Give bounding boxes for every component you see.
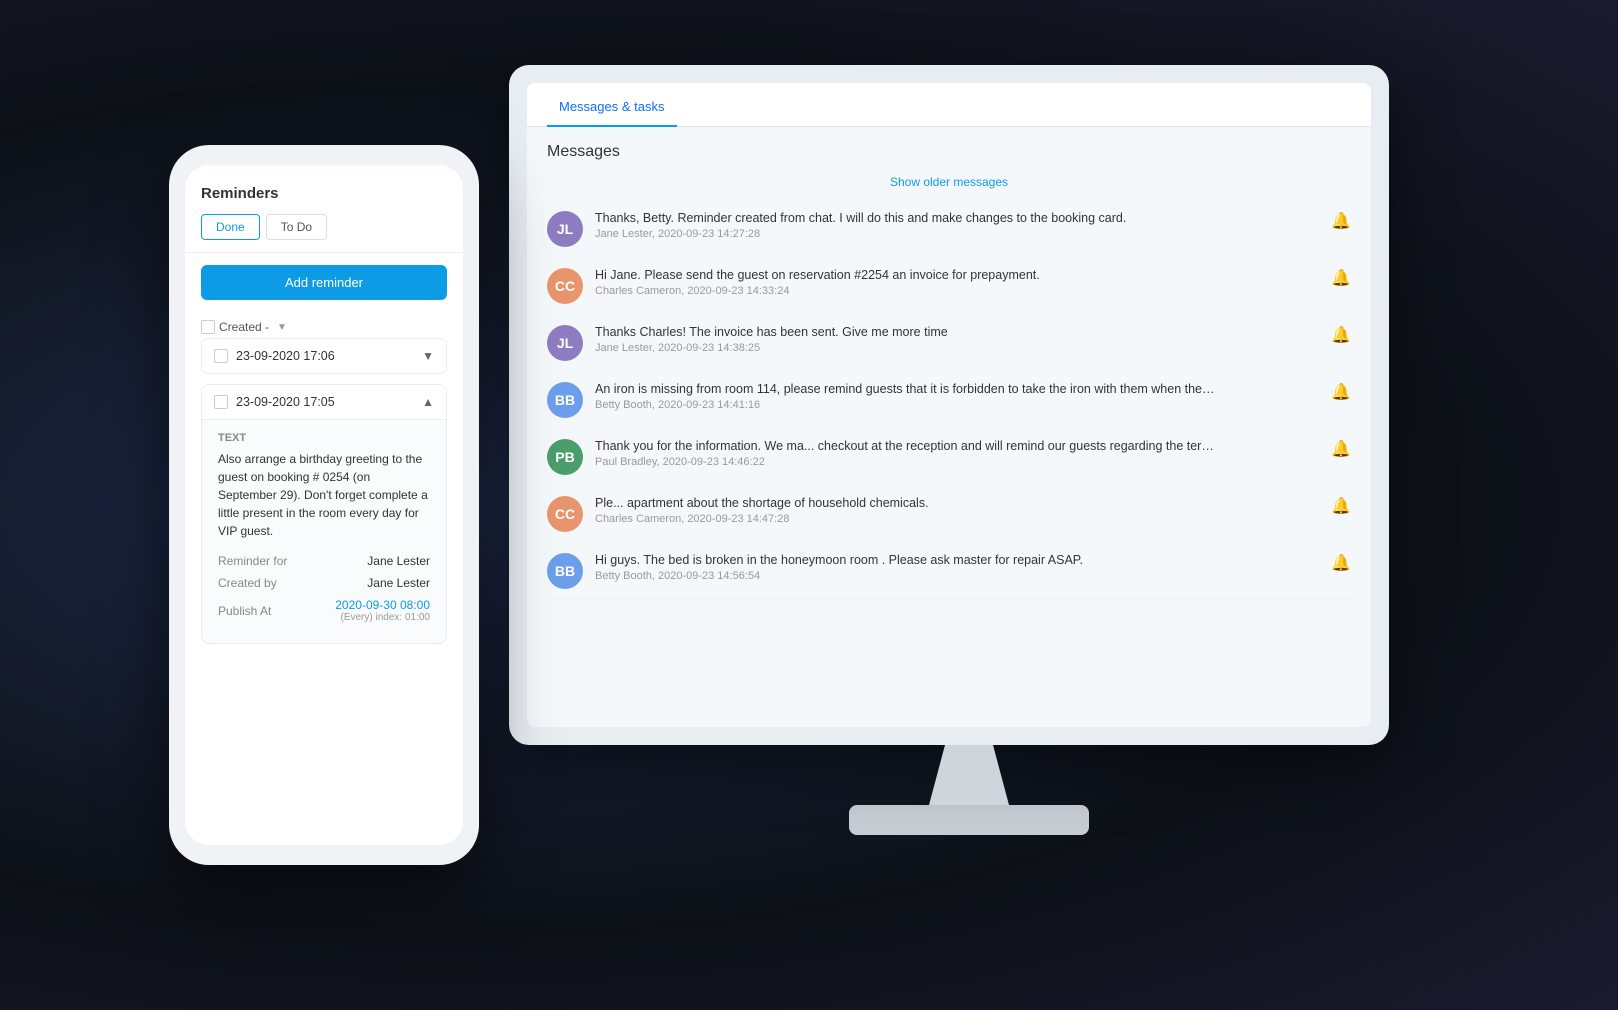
publish-at-sub: (Every) index: 01:00 — [335, 612, 430, 623]
message-item: PB Thank you for the information. We ma.… — [547, 429, 1351, 486]
message-meta: Betty Booth, 2020-09-23 14:41:16 — [595, 399, 1319, 411]
avatar-initials: CC — [547, 268, 583, 304]
message-item: BB Hi guys. The bed is broken in the hon… — [547, 543, 1351, 600]
phone-title: Reminders — [201, 185, 447, 202]
avatar: BB — [547, 382, 583, 418]
avatar-initials: JL — [547, 211, 583, 247]
reminder-header-2: 23-09-2020 17:05 ▲ — [202, 385, 446, 419]
message-item: JL Thanks, Betty. Reminder created from … — [547, 201, 1351, 258]
message-text: Hi guys. The bed is broken in the honeym… — [595, 553, 1215, 567]
phone-device: Reminders Done To Do Add reminder Create… — [169, 145, 479, 865]
monitor-device: Messages & tasks Messages Show older mes… — [509, 65, 1429, 885]
avatar: JL — [547, 211, 583, 247]
publish-at-row: Publish At 2020-09-30 08:00 (Every) inde… — [218, 598, 430, 623]
created-by-value: Jane Lester — [367, 576, 430, 590]
bell-icon[interactable]: 🔔 — [1331, 439, 1351, 459]
reminder-checkbox-1[interactable] — [214, 349, 228, 363]
message-meta: Jane Lester, 2020-09-23 14:27:28 — [595, 228, 1319, 240]
scene: Reminders Done To Do Add reminder Create… — [109, 45, 1509, 965]
bell-icon[interactable]: 🔔 — [1331, 382, 1351, 402]
reminder-item: 23-09-2020 17:06 ▼ — [201, 338, 447, 374]
message-text: Hi Jane. Please send the guest on reserv… — [595, 268, 1215, 282]
avatar-initials: BB — [547, 382, 583, 418]
avatar: CC — [547, 496, 583, 532]
avatar-initials: BB — [547, 553, 583, 589]
bell-icon[interactable]: 🔔 — [1331, 496, 1351, 516]
message-meta: Betty Booth, 2020-09-23 14:56:54 — [595, 570, 1319, 582]
message-text: Thanks, Betty. Reminder created from cha… — [595, 211, 1215, 225]
reminder-checkbox-2[interactable] — [214, 395, 228, 409]
bell-icon[interactable]: 🔔 — [1331, 268, 1351, 288]
messages-container: JL Thanks, Betty. Reminder created from … — [547, 201, 1351, 600]
message-meta: Jane Lester, 2020-09-23 14:38:25 — [595, 342, 1319, 354]
message-body: Thanks Charles! The invoice has been sen… — [595, 325, 1319, 354]
created-filter-checkbox[interactable] — [201, 320, 215, 334]
add-reminder-button[interactable]: Add reminder — [201, 265, 447, 300]
created-by-row: Created by Jane Lester — [218, 576, 430, 590]
message-item: CC Hi Jane. Please send the guest on res… — [547, 258, 1351, 315]
avatar: PB — [547, 439, 583, 475]
reminder-item-expanded: 23-09-2020 17:05 ▲ Text Also arrange a b… — [201, 384, 447, 644]
message-item: CC Ple... apartment about the shortage o… — [547, 486, 1351, 543]
message-body: Ple... apartment about the shortage of h… — [595, 496, 1319, 525]
monitor-stand-base — [849, 805, 1089, 835]
tab-done[interactable]: Done — [201, 214, 260, 240]
publish-at-label: Publish At — [218, 604, 271, 618]
message-item: BB An iron is missing from room 114, ple… — [547, 372, 1351, 429]
message-body: An iron is missing from room 114, please… — [595, 382, 1319, 411]
messages-section-title: Messages — [547, 143, 1351, 161]
text-label: Text — [218, 432, 430, 444]
created-filter-label: Created - — [219, 320, 269, 334]
tab-messages-tasks[interactable]: Messages & tasks — [547, 83, 677, 126]
created-filter-arrow: ▼ — [277, 322, 287, 333]
message-item: JL Thanks Charles! The invoice has been … — [547, 315, 1351, 372]
monitor-stand-neck — [929, 745, 1009, 805]
created-filter-row: Created - ▼ — [201, 312, 447, 338]
message-body: Hi guys. The bed is broken in the honeym… — [595, 553, 1319, 582]
message-body: Thanks, Betty. Reminder created from cha… — [595, 211, 1319, 240]
screen-content: Messages & tasks Messages Show older mes… — [527, 83, 1371, 727]
avatar: BB — [547, 553, 583, 589]
reminder-for-row: Reminder for Jane Lester — [218, 554, 430, 568]
show-older-link[interactable]: Show older messages — [547, 175, 1351, 189]
reminder-toggle-2[interactable]: ▲ — [422, 395, 434, 409]
avatar-initials: PB — [547, 439, 583, 475]
monitor-body: Messages & tasks Messages Show older mes… — [509, 65, 1389, 745]
message-text: Thank you for the information. We ma... … — [595, 439, 1215, 453]
publish-at-value[interactable]: 2020-09-30 08:00 — [335, 598, 430, 612]
avatar: JL — [547, 325, 583, 361]
bell-icon[interactable]: 🔔 — [1331, 325, 1351, 345]
monitor-screen: Messages & tasks Messages Show older mes… — [527, 83, 1371, 727]
message-body: Hi Jane. Please send the guest on reserv… — [595, 268, 1319, 297]
message-meta: Paul Bradley, 2020-09-23 14:46:22 — [595, 456, 1319, 468]
tab-todo[interactable]: To Do — [266, 214, 327, 240]
reminder-date-1: 23-09-2020 17:06 — [236, 349, 414, 363]
avatar-initials: JL — [547, 325, 583, 361]
message-text: Thanks Charles! The invoice has been sen… — [595, 325, 1215, 339]
messages-panel: Messages Show older messages JL Thanks, … — [527, 127, 1371, 727]
message-body: Thank you for the information. We ma... … — [595, 439, 1319, 468]
avatar: CC — [547, 268, 583, 304]
phone-screen: Reminders Done To Do Add reminder Create… — [185, 165, 463, 845]
tab-bar: Messages & tasks — [527, 83, 1371, 127]
reminder-for-value: Jane Lester — [367, 554, 430, 568]
phone-header: Reminders Done To Do — [185, 165, 463, 253]
reminder-toggle-1[interactable]: ▼ — [422, 349, 434, 363]
reminder-date-2: 23-09-2020 17:05 — [236, 395, 414, 409]
reminder-for-label: Reminder for — [218, 554, 287, 568]
message-meta: Charles Cameron, 2020-09-23 14:47:28 — [595, 513, 1319, 525]
created-by-label: Created by — [218, 576, 277, 590]
message-text: An iron is missing from room 114, please… — [595, 382, 1215, 396]
phone-body: Created - ▼ 23-09-2020 17:06 ▼ 23-09-20 — [185, 312, 463, 845]
reminder-details: Text Also arrange a birthday greeting to… — [202, 419, 446, 643]
reminder-text: Also arrange a birthday greeting to the … — [218, 450, 430, 540]
bell-icon[interactable]: 🔔 — [1331, 553, 1351, 573]
message-meta: Charles Cameron, 2020-09-23 14:33:24 — [595, 285, 1319, 297]
phone-tabs: Done To Do — [201, 214, 447, 240]
message-text: Ple... apartment about the shortage of h… — [595, 496, 1215, 510]
reminder-header-1: 23-09-2020 17:06 ▼ — [202, 339, 446, 373]
avatar-initials: CC — [547, 496, 583, 532]
bell-icon[interactable]: 🔔 — [1331, 211, 1351, 231]
